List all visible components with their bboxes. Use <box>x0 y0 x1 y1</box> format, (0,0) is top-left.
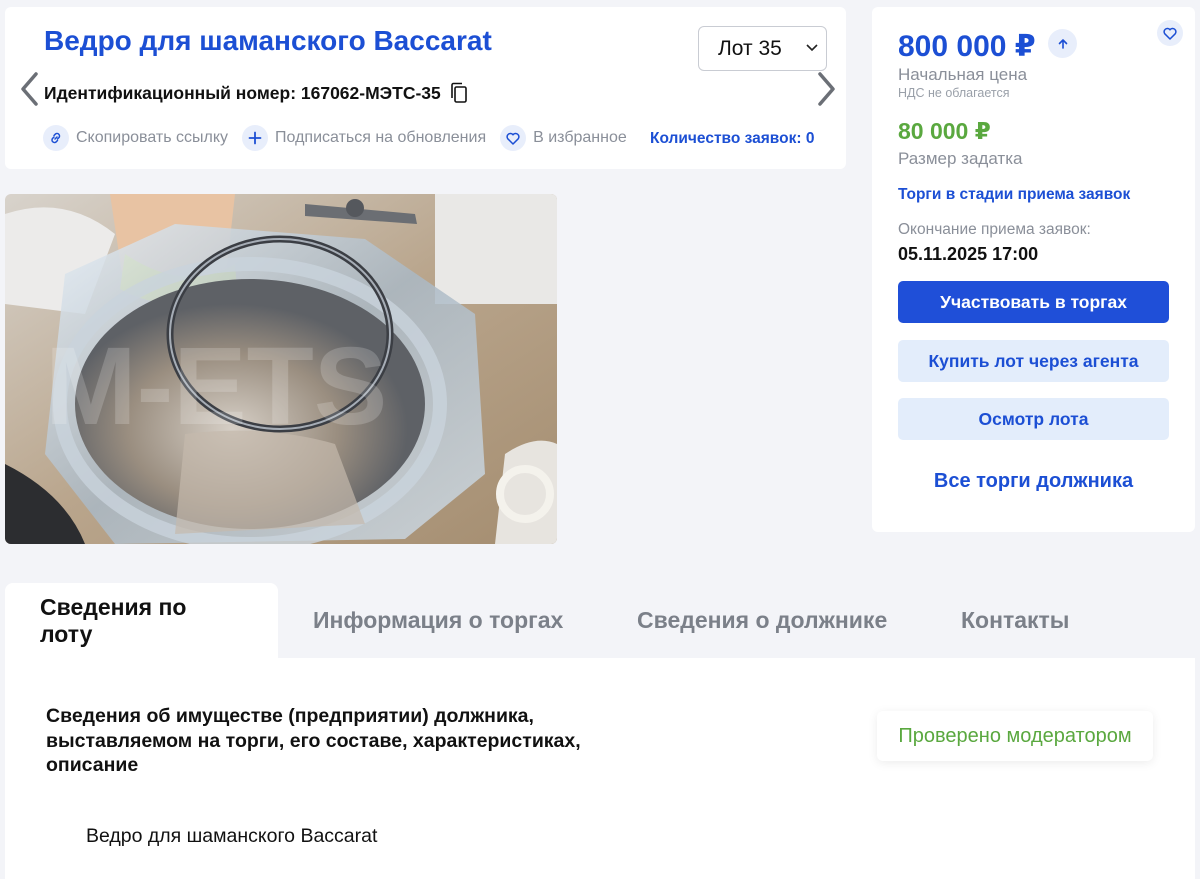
inspect-lot-button[interactable]: Осмотр лота <box>898 398 1169 440</box>
participate-button[interactable]: Участвовать в торгах <box>898 281 1169 323</box>
heart-icon[interactable] <box>1157 20 1183 46</box>
copy-link-button[interactable]: Скопировать ссылку <box>43 125 228 151</box>
favorite-button[interactable]: В избранное <box>500 125 627 151</box>
favorite-label: В избранное <box>533 129 627 146</box>
ident-number: Идентификационный номер: 167062-МЭТС-35 <box>44 82 469 104</box>
copy-link-label: Скопировать ссылку <box>76 129 229 146</box>
ident-number-label: Идентификационный номер: 167062-МЭТС-35 <box>44 82 441 103</box>
auction-status: Торги в стадии приема заявок <box>898 186 1131 203</box>
lot-photo-image: M-ETS <box>5 194 557 544</box>
tab-content: Сведения об имуществе (предприятии) долж… <box>5 658 1195 879</box>
tab-debtor-info[interactable]: Сведения о должнике <box>602 583 922 658</box>
lot-header-card: Ведро для шаманского Baccarat Лот 35 Иде… <box>5 7 846 169</box>
link-icon <box>43 125 69 151</box>
heart-icon <box>500 125 527 151</box>
deposit-amount: 80 000 ₽ <box>898 118 991 144</box>
plus-icon <box>242 125 269 151</box>
tab-auction-info[interactable]: Информация о торгах <box>278 583 598 658</box>
next-lot-arrow-icon[interactable] <box>817 71 837 107</box>
copy-icon[interactable] <box>449 82 469 104</box>
lot-tabs: Сведения по лоту Информация о торгах Све… <box>5 583 1195 658</box>
lot-select-value: Лот 35 <box>718 36 782 60</box>
start-price: 800 000 ₽ <box>898 30 1036 63</box>
arrow-up-icon[interactable] <box>1048 29 1077 58</box>
subscribe-button[interactable]: Подписаться на обновления <box>242 125 486 151</box>
section-title: Сведения об имуществе (предприятии) долж… <box>46 705 581 776</box>
lot-actions: Скопировать ссылку Подписаться на обновл… <box>43 125 641 151</box>
all-debtor-auctions-link[interactable]: Все торги должника <box>898 470 1169 493</box>
lot-title: Ведро для шаманского Baccarat <box>44 25 492 56</box>
lot-select[interactable]: Лот 35 <box>698 26 827 71</box>
bids-count: Количество заявок: 0 <box>650 130 815 147</box>
deadline-label: Окончание приема заявок: <box>898 221 1091 238</box>
start-price-label: Начальная цена <box>898 65 1028 84</box>
prev-lot-arrow-icon[interactable] <box>19 71 39 107</box>
buy-via-agent-button[interactable]: Купить лот через агента <box>898 340 1169 382</box>
tab-contacts[interactable]: Контакты <box>926 583 1104 658</box>
tab-lot-details[interactable]: Сведения по лоту <box>5 583 278 658</box>
photo-watermark: M-ETS <box>45 325 387 448</box>
subscribe-label: Подписаться на обновления <box>275 129 487 146</box>
lot-description: Ведро для шаманского Baccarat <box>86 825 378 847</box>
vat-note: НДС не облагается <box>898 86 1010 100</box>
price-sidebar: 800 000 ₽ Начальная цена НДС не облагает… <box>872 7 1195 532</box>
moderator-verified-badge: Проверено модератором <box>877 711 1153 761</box>
deadline-value: 05.11.2025 17:00 <box>898 244 1039 264</box>
chevron-down-icon <box>806 39 818 55</box>
lot-photo[interactable]: M-ETS <box>5 194 557 544</box>
deposit-label: Размер задатка <box>898 149 1023 168</box>
